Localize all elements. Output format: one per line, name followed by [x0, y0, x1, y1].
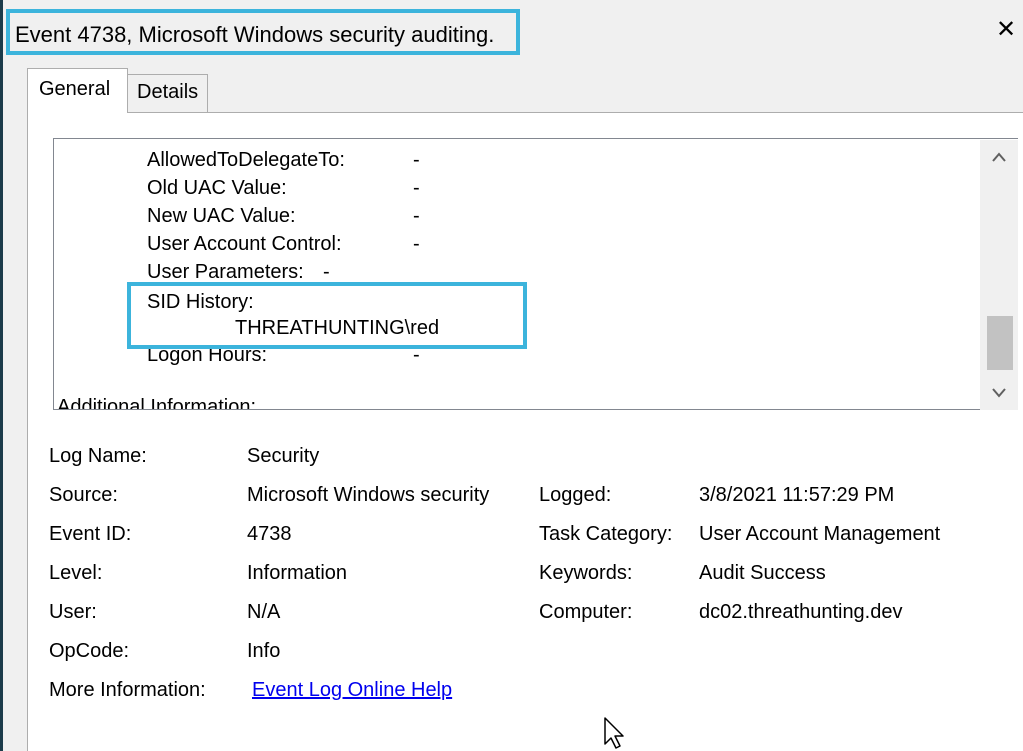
log-name-value: Security — [247, 445, 320, 467]
opcode-value: Info — [247, 640, 281, 662]
desc-label-old-uac: Old UAC Value: — [147, 177, 287, 199]
user-label: User: — [49, 601, 97, 623]
logged-value: 3/8/2021 11:57:29 PM — [699, 484, 895, 506]
tab-general[interactable]: General — [27, 68, 128, 113]
sid-history-highlight-box — [127, 282, 527, 349]
keywords-value: Audit Success — [699, 562, 826, 584]
event-id-value: 4738 — [247, 523, 292, 545]
desc-partial-line: Additional Information: — [57, 396, 257, 409]
desc-label-allowed-to-delegate: AllowedToDelegateTo: — [147, 149, 345, 171]
event-properties-window: Event 4738, Microsoft Windows security a… — [0, 0, 1023, 751]
source-value: Microsoft Windows security — [247, 484, 490, 506]
desc-label-user-account-control: User Account Control: — [147, 233, 342, 255]
level-label: Level: — [49, 562, 103, 584]
source-label: Source: — [49, 484, 118, 506]
scroll-down-icon[interactable] — [980, 376, 1018, 410]
task-category-label: Task Category: — [539, 523, 673, 545]
desc-value-old-uac: - — [413, 177, 420, 199]
computer-value: dc02.threathunting.dev — [699, 601, 903, 623]
user-value: N/A — [247, 601, 281, 623]
mouse-pointer-icon — [604, 717, 624, 749]
tab-details[interactable]: Details — [127, 74, 208, 112]
event-log-online-help-link[interactable]: Event Log Online Help — [252, 678, 452, 702]
close-icon[interactable]: ✕ — [994, 18, 1018, 42]
opcode-label: OpCode: — [49, 640, 130, 662]
desc-value-user-parameters: - — [323, 261, 330, 283]
more-information-label: More Information: — [49, 679, 206, 701]
tab-general-label: General — [39, 78, 111, 100]
logged-label: Logged: — [539, 484, 612, 506]
desc-value-new-uac: - — [413, 205, 420, 227]
scroll-thumb[interactable] — [987, 316, 1013, 370]
desc-label-user-parameters: User Parameters: — [147, 261, 304, 283]
keywords-label: Keywords: — [539, 562, 633, 584]
desc-value-user-account-control: - — [413, 233, 420, 255]
desc-label-new-uac: New UAC Value: — [147, 205, 296, 227]
desc-partial-line-clip: Additional Information: — [57, 395, 957, 409]
description-box-bottom-border — [54, 409, 1018, 410]
log-name-label: Log Name: — [49, 445, 147, 467]
level-value: Information — [247, 562, 348, 584]
desc-value-allowed-to-delegate: - — [413, 149, 420, 171]
computer-label: Computer: — [539, 601, 633, 623]
scroll-up-icon[interactable] — [980, 140, 1018, 174]
event-id-label: Event ID: — [49, 523, 132, 545]
title-bar[interactable]: Event 4738, Microsoft Windows security a… — [3, 0, 1023, 55]
title-highlight-box — [6, 9, 520, 55]
description-scrollbar[interactable] — [980, 140, 1018, 410]
task-category-value: User Account Management — [699, 523, 941, 545]
tab-details-label: Details — [137, 81, 199, 103]
